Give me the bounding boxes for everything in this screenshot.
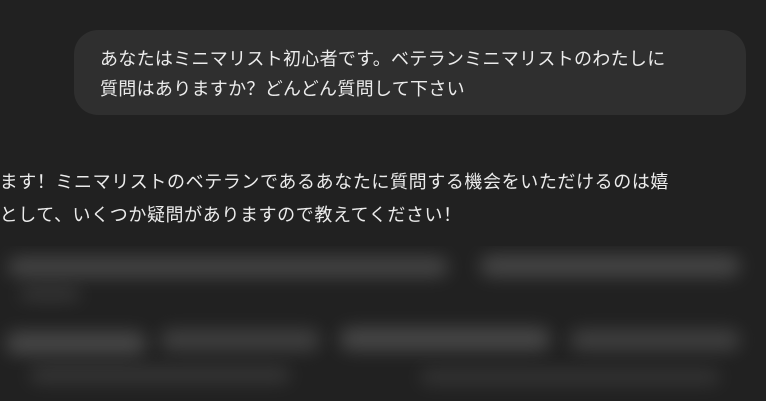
assistant-message-line-1: います！ミニマリストのベテランであるあなたに質問する機会をいただけるのは嬉 — [0, 172, 670, 193]
assistant-message: います！ミニマリストのベテランであるあなたに質問する機会をいただけるのは嬉 者と… — [0, 166, 766, 232]
user-message-line-2: 質問はありますか？どんどん質問して下さい — [100, 79, 465, 100]
chat-conversation: あなたはミニマリスト初心者です。ベテランミニマリストのわたしに 質問はありますか… — [0, 0, 766, 401]
user-message-line-1: あなたはミニマリスト初心者です。ベテランミニマリストのわたしに — [100, 49, 666, 70]
blurred-text-block — [6, 332, 146, 354]
blurred-text-block — [570, 330, 740, 350]
blurred-text-block — [480, 256, 740, 276]
assistant-message-line-2: 者として、いくつか疑問がありますので教えてください！ — [0, 205, 462, 226]
blurred-text-block — [160, 330, 320, 350]
blurred-response-content — [0, 246, 766, 401]
user-message-bubble: あなたはミニマリスト初心者です。ベテランミニマリストのわたしに 質問はありますか… — [74, 30, 746, 115]
blurred-text-block — [8, 258, 448, 276]
blurred-text-block — [340, 328, 550, 350]
blurred-text-block — [20, 288, 80, 300]
blurred-text-block — [30, 368, 290, 382]
blurred-text-block — [420, 370, 720, 384]
